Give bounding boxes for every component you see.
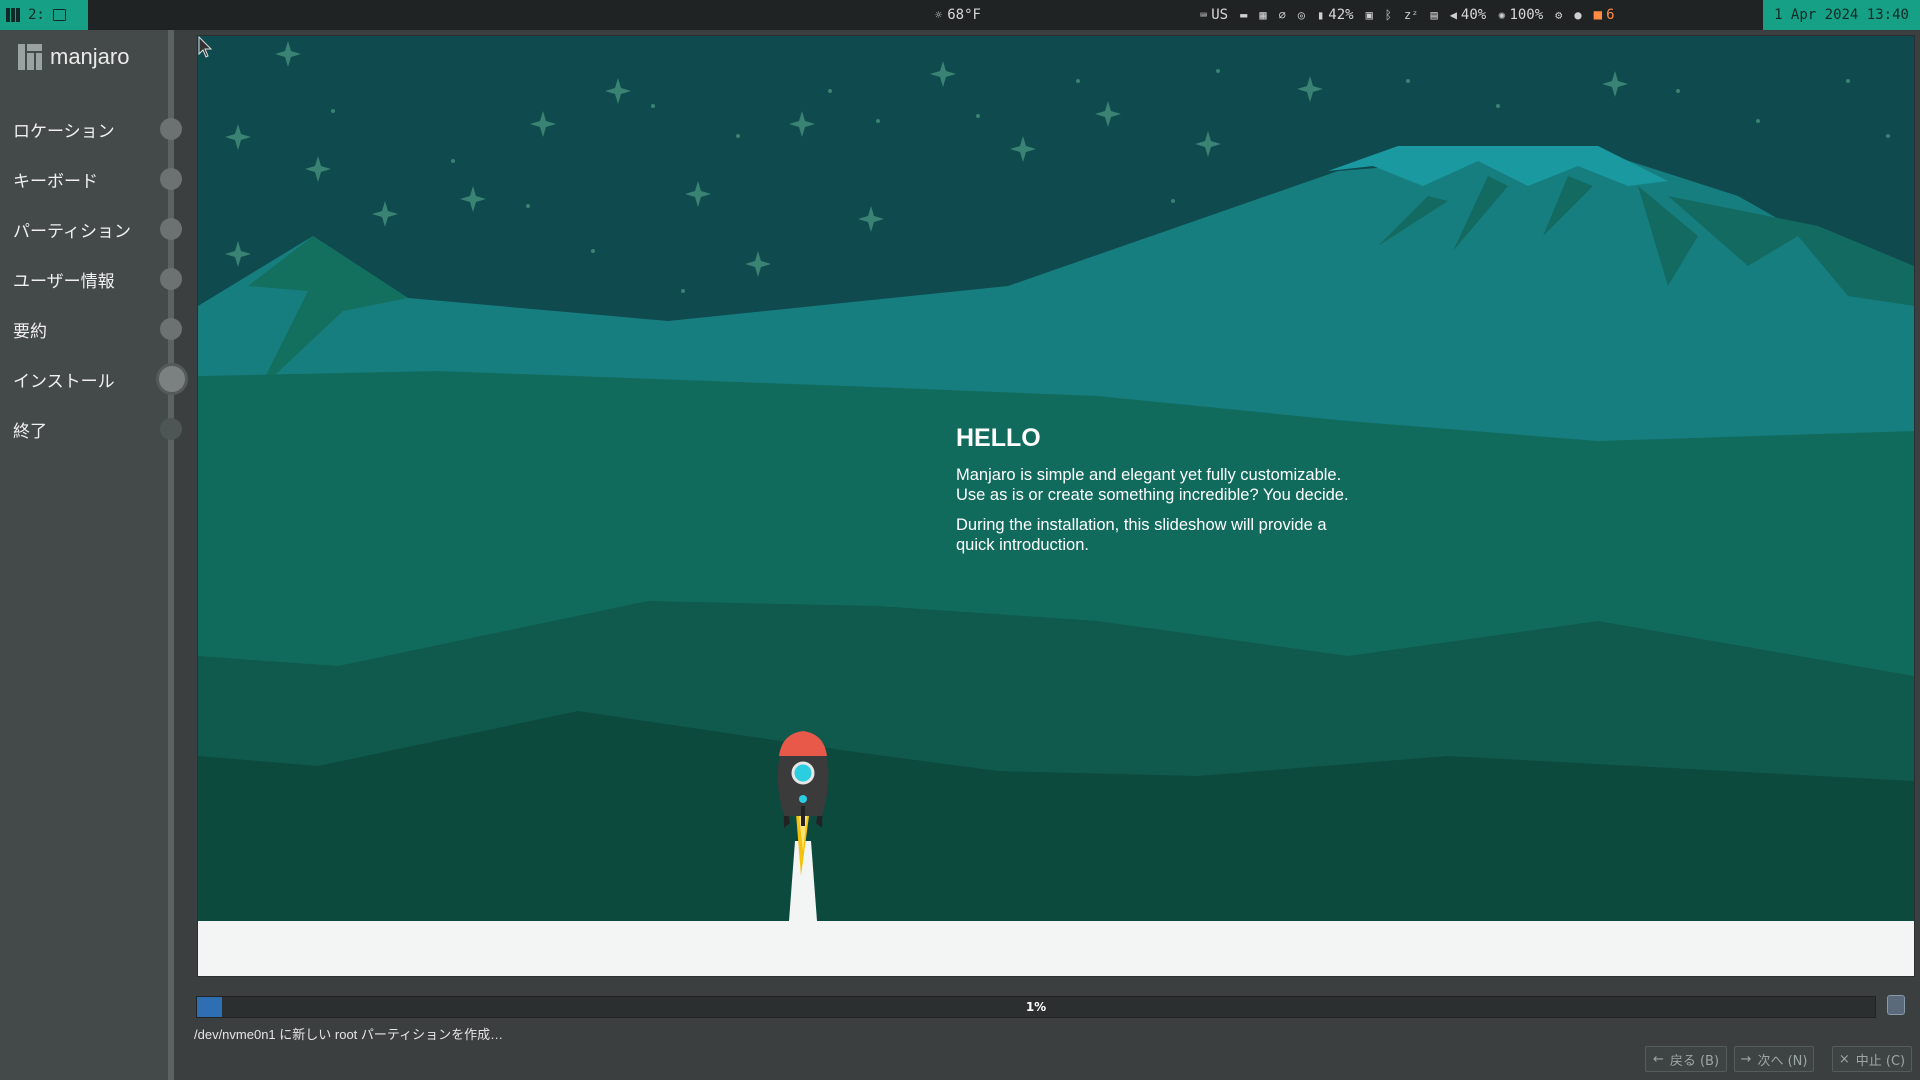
step-install: インストール (0, 359, 188, 399)
step-label: パーティション (13, 221, 131, 242)
bed-icon[interactable]: ▬ (1240, 8, 1247, 22)
slide-line: quick introduction. (956, 536, 1089, 554)
sleep-icon[interactable]: zᶻ (1404, 8, 1418, 22)
step-summary: 要約 (0, 309, 182, 349)
cancel-button[interactable]: × 中止 (C) (1832, 1046, 1912, 1072)
step-label: 要約 (13, 321, 47, 342)
manjaro-menu-icon[interactable] (6, 8, 20, 22)
arrow-left-icon: ← (1652, 1051, 1664, 1067)
workspace-number[interactable]: 2: (28, 7, 45, 23)
step-label: インストール (13, 371, 115, 392)
weather-temp: 68°F (947, 7, 981, 23)
step-location: ロケーション (0, 109, 182, 149)
lightbulb-icon[interactable]: ● (1574, 8, 1581, 22)
cancel-button-label: 中止 (C) (1855, 1053, 1906, 1069)
install-progress-bar: 1% (196, 996, 1876, 1018)
slide-line: Use as is or create something incredible… (956, 486, 1349, 504)
keyboard-layout[interactable]: ⌨ US (1200, 7, 1228, 23)
installer-sidebar: manjaro ロケーション キーボード パーティション ユーザー情報 要約 イ… (0, 30, 188, 1080)
close-icon: × (1838, 1051, 1850, 1067)
step-keyboard: キーボード (0, 159, 182, 199)
volume-level: 40% (1460, 7, 1487, 23)
step-current-dot (156, 363, 188, 395)
weather-widget[interactable]: ☼ 68°F (935, 0, 981, 30)
step-label: ロケーション (13, 121, 115, 142)
updates-widget[interactable]: ■ 6 (1594, 7, 1615, 23)
step-done-dot (160, 168, 182, 190)
brightness-level: 100% (1509, 7, 1544, 23)
brand: manjaro (18, 44, 129, 70)
battery-widget[interactable]: ▮ 42% (1317, 7, 1354, 23)
step-label: 終了 (13, 421, 47, 442)
slide-line: Manjaro is simple and elegant yet fully … (956, 466, 1342, 484)
step-done-dot (160, 118, 182, 140)
sun-icon: ☼ (935, 8, 943, 22)
cpu-icon[interactable]: ◎ (1298, 8, 1305, 22)
memory-icon[interactable]: ▦ (1259, 8, 1266, 22)
step-done-dot (160, 318, 182, 340)
step-done-dot (160, 268, 182, 290)
settings-icon[interactable]: ⚙ (1555, 8, 1562, 22)
slide-text: HELLO Manjaro is simple and elegant yet … (956, 424, 1416, 565)
brightness-widget[interactable]: ✺ 100% (1498, 7, 1543, 23)
bluetooth-icon[interactable]: ᛒ (1385, 8, 1392, 22)
slideshow: HELLO Manjaro is simple and elegant yet … (197, 35, 1915, 977)
step-pending-dot (160, 418, 182, 440)
back-button[interactable]: ← 戻る (B) (1645, 1046, 1727, 1072)
speaker-icon: ◀ (1449, 8, 1457, 22)
step-users: ユーザー情報 (0, 259, 182, 299)
slide-paragraph: During the installation, this slideshow … (956, 515, 1416, 555)
slide-paragraph: Manjaro is simple and elegant yet fully … (956, 465, 1416, 505)
step-label: キーボード (13, 171, 98, 192)
slide-line: During the installation, this slideshow … (956, 516, 1327, 534)
back-button-label: 戻る (B) (1669, 1053, 1720, 1069)
temperature-icon[interactable]: ⌀ (1279, 8, 1286, 22)
mouse-cursor-icon (198, 36, 213, 58)
brightness-icon: ✺ (1498, 8, 1506, 22)
toggle-log-button[interactable] (1887, 995, 1905, 1015)
workspace-indicator[interactable]: 2: (0, 0, 88, 30)
install-status-text: /dev/nvme0n1 に新しい root パーティションを作成… (194, 1027, 504, 1042)
keyboard-layout-label: US (1211, 7, 1229, 23)
volume-widget[interactable]: ◀ 40% (1450, 7, 1487, 23)
step-done-dot (160, 218, 182, 240)
battery-level: 42% (1328, 7, 1354, 23)
battery-icon: ▮ (1317, 8, 1325, 22)
step-label: ユーザー情報 (13, 271, 115, 292)
keyboard-icon: ⌨ (1200, 8, 1208, 22)
progress-label: 1% (1025, 1000, 1047, 1014)
message-icon[interactable]: ▤ (1430, 8, 1437, 22)
system-tray: ⌨ US ▬ ▦ ⌀ ◎ ▮ 42% ▣ ᛒ zᶻ ▤ ◀ 40% ✺ 100%… (1200, 0, 1615, 30)
manjaro-logo-icon (18, 44, 42, 70)
next-button-label: 次へ (N) (1757, 1053, 1808, 1069)
screen-icon[interactable]: ▣ (1366, 8, 1373, 22)
arrow-right-icon: → (1740, 1051, 1752, 1067)
slide-title: HELLO (956, 424, 1041, 452)
step-finish: 終了 (0, 409, 182, 449)
top-panel: 2: ☼ 68°F ⌨ US ▬ ▦ ⌀ ◎ ▮ 42% ▣ ᛒ zᶻ ▤ ◀ … (0, 0, 1920, 30)
brand-name: manjaro (50, 44, 130, 69)
window-icon (52, 9, 66, 21)
clock[interactable]: 1 Apr 2024 13:40 (1763, 0, 1920, 30)
updates-count: 6 (1606, 7, 1615, 23)
updates-icon: ■ (1593, 7, 1603, 23)
next-button[interactable]: → 次へ (N) (1734, 1046, 1814, 1072)
step-partition: パーティション (0, 209, 182, 249)
